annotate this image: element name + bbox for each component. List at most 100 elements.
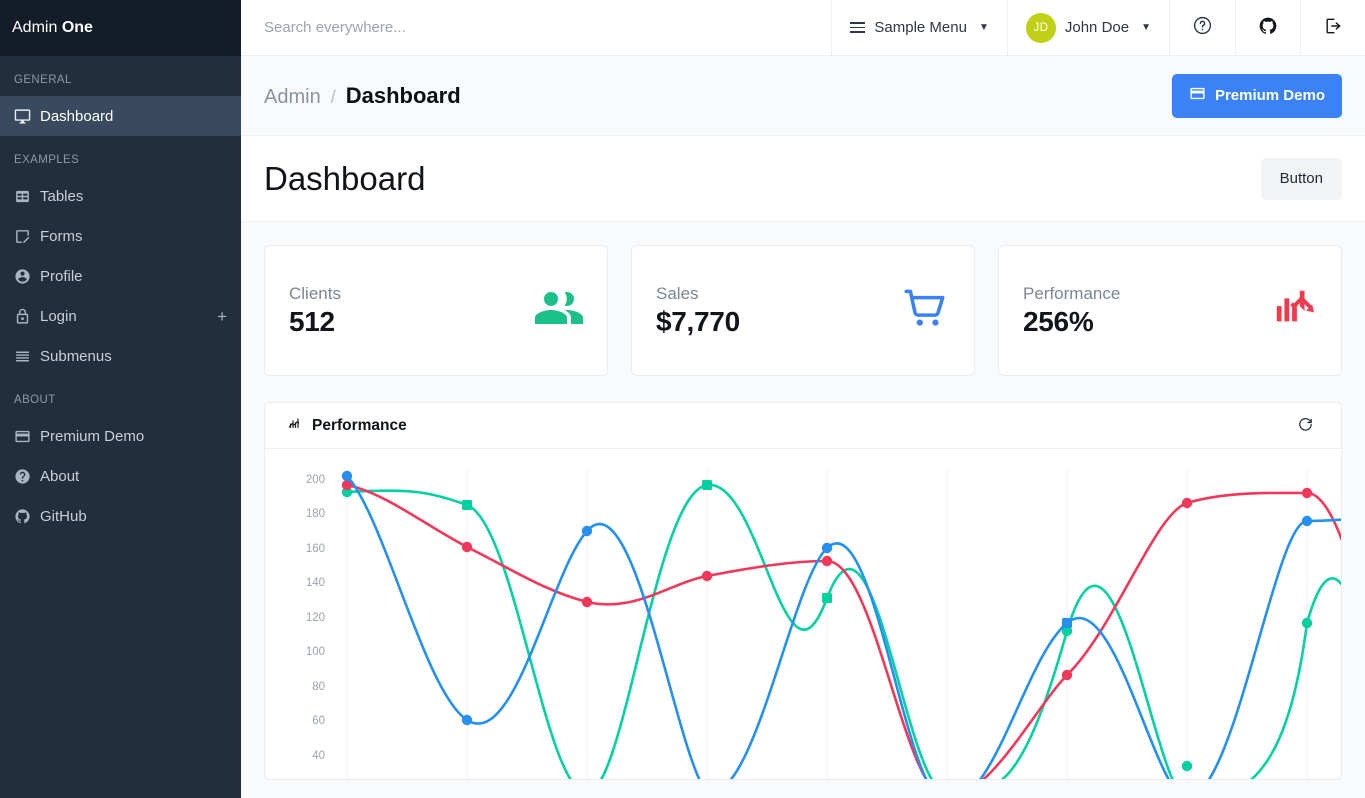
main-area: Sample Menu ▼ JD John Doe ▼ <box>241 0 1365 798</box>
sidebar-item-label: Profile <box>40 267 83 285</box>
github-icon <box>1258 16 1278 40</box>
chart-series-green <box>341 480 1341 779</box>
chart-down-icon <box>1271 285 1317 336</box>
svg-text:160: 160 <box>306 543 325 555</box>
chart-markers-blue <box>341 470 1313 726</box>
page-action-button[interactable]: Button <box>1260 157 1342 200</box>
svg-text:60: 60 <box>312 715 325 727</box>
help-circle-icon <box>1192 15 1213 40</box>
stat-label: Sales <box>656 283 699 303</box>
search-container <box>241 0 832 55</box>
stat-card-sales: Sales $7,770 <box>631 245 975 376</box>
breadcrumb-bar: Admin / Dashboard Premium Demo <box>241 56 1365 136</box>
premium-demo-label: Premium Demo <box>1214 87 1325 104</box>
expand-submenu-icon[interactable]: + <box>217 308 227 325</box>
lock-icon <box>14 308 40 325</box>
sidebar-item-label: About <box>40 467 80 485</box>
credit-card-icon <box>14 428 40 445</box>
stat-text: Sales $7,770 <box>656 284 740 338</box>
svg-text:200: 200 <box>306 474 325 486</box>
breadcrumb-current: Dashboard <box>345 82 461 108</box>
sidebar-item-profile[interactable]: Profile <box>0 256 241 296</box>
github-button[interactable] <box>1235 0 1300 55</box>
stat-card-clients: Clients 512 <box>264 245 608 376</box>
search-input[interactable] <box>264 19 832 36</box>
stat-value: $7,770 <box>656 305 740 337</box>
chart-series-red <box>341 479 1341 779</box>
sidebar-item-github[interactable]: GitHub <box>0 496 241 536</box>
svg-text:120: 120 <box>306 612 325 624</box>
sidebar-item-forms[interactable]: Forms <box>0 216 241 256</box>
stat-value: 256% <box>1023 305 1094 337</box>
cart-icon <box>900 283 950 338</box>
chart-markers-green <box>341 480 1313 772</box>
sample-menu-label: Sample Menu <box>874 19 967 36</box>
sidebar-item-tables[interactable]: Tables <box>0 176 241 216</box>
hamburger-icon <box>850 22 866 33</box>
brand-bold: One <box>61 19 93 36</box>
user-name-label: John Doe <box>1064 19 1130 36</box>
help-button[interactable] <box>1169 0 1235 55</box>
logout-button[interactable] <box>1300 0 1365 55</box>
stat-text: Performance 256% <box>1023 284 1120 338</box>
page-title: Dashboard <box>264 159 426 197</box>
brand-light: Admin <box>12 19 58 36</box>
sidebar-item-about[interactable]: About <box>0 456 241 496</box>
refresh-icon <box>1297 416 1314 436</box>
sidebar-item-dashboard[interactable]: Dashboard <box>0 96 241 136</box>
monitor-icon <box>14 108 40 125</box>
stat-label: Clients <box>289 283 341 303</box>
sidebar-item-label: Submenus <box>40 347 112 365</box>
chart-series-blue <box>341 470 1341 779</box>
chart-refresh-button[interactable] <box>1293 412 1318 440</box>
chart-card-title: Performance <box>312 416 407 434</box>
performance-chart-card: Performance 200 180 160 140 120 100 80 6… <box>264 402 1342 780</box>
avatar: JD <box>1025 12 1056 43</box>
sidebar-section-about: ABOUT <box>14 394 56 406</box>
chart-markers-red <box>341 479 1313 681</box>
help-circle-icon <box>14 468 40 485</box>
breadcrumb-separator: / <box>330 86 336 107</box>
sidebar-item-label: Dashboard <box>40 107 114 125</box>
stat-label: Performance <box>1023 283 1121 303</box>
stat-value: 512 <box>289 305 335 337</box>
sidebar-item-submenus[interactable]: Submenus <box>0 336 241 376</box>
premium-demo-button[interactable]: Premium Demo <box>1171 73 1342 118</box>
stat-card-performance: Performance 256% <box>998 245 1342 376</box>
sidebar-item-login[interactable]: Login + <box>0 296 241 336</box>
user-menu-dropdown[interactable]: JD John Doe ▼ <box>1006 0 1169 55</box>
sidebar-item-label: Login <box>40 307 77 325</box>
svg-text:80: 80 <box>312 681 325 693</box>
sidebar-item-label: Tables <box>40 187 84 205</box>
y-axis-ticks: 200 180 160 140 120 100 80 60 40 20 <box>306 474 325 762</box>
sidebar-item-label: GitHub <box>40 507 87 525</box>
stat-text: Clients 512 <box>289 284 341 338</box>
people-icon <box>535 284 583 337</box>
sidebar-item-label: Premium Demo <box>40 427 145 445</box>
table-icon <box>14 188 40 205</box>
sidebar-item-premium-demo[interactable]: Premium Demo <box>0 416 241 456</box>
sidebar-item-label: Forms <box>40 227 83 245</box>
logout-icon <box>1323 16 1343 40</box>
performance-line-chart: 200 180 160 140 120 100 80 60 40 20 <box>306 469 1341 779</box>
app-root: Admin One GENERAL Dashboard EXAMPLES Tab… <box>0 0 1365 798</box>
chevron-down-icon: ▼ <box>978 22 989 33</box>
chart-plot-area: 200 180 160 140 120 100 80 60 40 20 <box>265 449 1341 779</box>
top-navbar: Sample Menu ▼ JD John Doe ▼ <box>241 0 1365 56</box>
sidebar-section-examples: EXAMPLES <box>14 154 80 166</box>
credit-card-icon <box>1189 85 1206 106</box>
chart-gridlines <box>346 469 1308 779</box>
breadcrumb-parent[interactable]: Admin <box>264 86 321 109</box>
page-title-bar: Dashboard Button <box>241 136 1365 222</box>
sidebar-section-general: GENERAL <box>14 74 72 86</box>
content-area: Clients 512 Sales $7,770 Performance 256… <box>241 222 1365 798</box>
sample-menu-dropdown[interactable]: Sample Menu ▼ <box>831 0 1006 55</box>
account-circle-icon <box>14 268 40 285</box>
brand-logo[interactable]: Admin One <box>0 0 241 56</box>
form-edit-icon <box>14 228 40 245</box>
svg-text:180: 180 <box>306 508 325 520</box>
github-icon <box>14 508 40 525</box>
sidebar: Admin One GENERAL Dashboard EXAMPLES Tab… <box>0 0 241 798</box>
svg-text:100: 100 <box>306 646 325 658</box>
finance-icon <box>288 416 303 436</box>
